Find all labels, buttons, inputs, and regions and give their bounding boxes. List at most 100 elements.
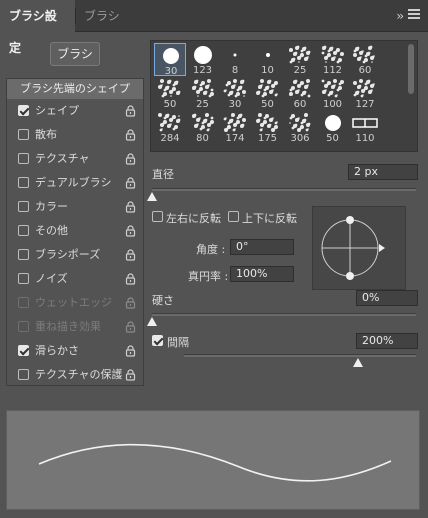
brush-tip-preset[interactable]: 112 bbox=[317, 43, 349, 76]
lock-icon[interactable] bbox=[125, 177, 136, 189]
spacing-checkbox[interactable] bbox=[152, 335, 163, 346]
brush-tip-preset[interactable]: 100 bbox=[317, 77, 349, 110]
brush-tip-preset[interactable]: 80 bbox=[187, 111, 219, 144]
sidebar-item[interactable]: ウェットエッジ bbox=[7, 291, 143, 315]
spacing-field[interactable]: 200% bbox=[356, 333, 418, 349]
brush-tip-preset[interactable]: 123 bbox=[187, 43, 219, 76]
sidebar-item-brush-tip-shape[interactable]: ブラシ先端のシェイプ bbox=[7, 79, 143, 99]
sidebar-item[interactable]: ブラシポーズ bbox=[7, 243, 143, 267]
sidebar-item-checkbox[interactable] bbox=[18, 105, 29, 116]
brush-tip-preset[interactable]: 174 bbox=[219, 111, 251, 144]
panel-tab-bar: ブラシ設定 ブラシ ›› bbox=[0, 0, 428, 55]
sidebar-item[interactable]: 滑らかさ bbox=[7, 339, 143, 363]
lock-icon[interactable] bbox=[125, 153, 136, 165]
lock-icon[interactable] bbox=[125, 129, 136, 141]
brush-tip-preset[interactable]: 10 bbox=[252, 43, 284, 76]
diameter-slider-track[interactable] bbox=[152, 188, 416, 191]
brush-tip-thumbnail bbox=[317, 113, 349, 133]
roundness-label: 真円率 : bbox=[188, 270, 229, 283]
lock-icon[interactable] bbox=[125, 249, 136, 261]
hardness-slider-thumb[interactable] bbox=[147, 317, 157, 326]
brush-tip-thumbnail bbox=[252, 113, 284, 133]
sidebar-item-checkbox[interactable] bbox=[18, 153, 29, 164]
lock-icon[interactable] bbox=[125, 201, 136, 213]
lock-icon[interactable] bbox=[125, 273, 136, 285]
brush-tip-thumbnail bbox=[187, 79, 219, 99]
sidebar-item-checkbox[interactable] bbox=[18, 177, 29, 188]
brush-tip-preset[interactable]: 30 bbox=[154, 43, 186, 77]
sidebar-item-checkbox bbox=[18, 297, 29, 308]
lock-icon[interactable] bbox=[125, 321, 136, 333]
tab-brushes[interactable]: ブラシ bbox=[75, 0, 129, 32]
diameter-slider-thumb[interactable] bbox=[147, 192, 157, 201]
flip-y-checkbox[interactable] bbox=[228, 211, 239, 222]
sidebar-item-checkbox[interactable] bbox=[18, 273, 29, 284]
brush-tip-size-label: 127 bbox=[355, 99, 375, 110]
sidebar-item-checkbox[interactable] bbox=[18, 249, 29, 260]
brush-tip-preset[interactable]: 60 bbox=[284, 77, 316, 110]
brush-tip-size-label: 123 bbox=[192, 65, 213, 76]
sidebar-item-label: カラー bbox=[35, 200, 68, 213]
sidebar-item-label: シェイプ bbox=[35, 104, 79, 117]
flip-x-checkbox[interactable] bbox=[152, 211, 163, 222]
brush-tip-preset[interactable]: 50 bbox=[317, 111, 349, 144]
brush-tip-preset[interactable]: 127 bbox=[349, 77, 381, 110]
collapse-panel-icon[interactable]: ›› bbox=[396, 9, 403, 23]
brush-tip-preset[interactable]: 60 bbox=[349, 43, 381, 76]
spacing-slider-thumb[interactable] bbox=[353, 358, 363, 367]
brush-tip-size-label: 175 bbox=[257, 133, 278, 144]
sidebar-item[interactable]: カラー bbox=[7, 195, 143, 219]
angle-field[interactable]: 0° bbox=[230, 239, 294, 255]
brush-tip-thumbnail bbox=[219, 79, 251, 99]
sidebar-item-label: 滑らかさ bbox=[35, 344, 79, 357]
sidebar-item[interactable]: その他 bbox=[7, 219, 143, 243]
brush-tip-preset[interactable]: 25 bbox=[187, 77, 219, 110]
brush-tip-preset[interactable]: 8 bbox=[219, 43, 251, 76]
sidebar-item-checkbox[interactable] bbox=[18, 225, 29, 236]
brush-tip-preset[interactable]: 30 bbox=[219, 77, 251, 110]
panel-menu-icon[interactable] bbox=[408, 9, 420, 20]
sidebar-item[interactable]: ノイズ bbox=[7, 267, 143, 291]
sidebar-item-checkbox[interactable] bbox=[18, 345, 29, 356]
brush-tip-preset[interactable]: 50 bbox=[252, 77, 284, 110]
sidebar-item-label: ブラシポーズ bbox=[35, 248, 101, 261]
sidebar-item-checkbox[interactable] bbox=[18, 369, 29, 380]
brush-tip-preset[interactable]: 284 bbox=[154, 111, 186, 144]
brush-tip-thumbnail bbox=[219, 113, 251, 133]
brush-tip-preset[interactable]: 50 bbox=[154, 77, 186, 110]
brush-tip-size-label: 25 bbox=[293, 65, 307, 76]
sidebar-item[interactable]: シェイプ bbox=[7, 99, 143, 123]
sidebar-item[interactable]: テクスチャの保護 bbox=[7, 363, 143, 387]
lock-icon[interactable] bbox=[125, 345, 136, 357]
sidebar-item[interactable]: デュアルブラシ bbox=[7, 171, 143, 195]
brush-tip-preset[interactable]: 306 bbox=[284, 111, 316, 144]
lock-icon[interactable] bbox=[125, 225, 136, 237]
hardness-field[interactable]: 0% bbox=[356, 290, 418, 306]
brush-grid-scrollbar[interactable] bbox=[408, 44, 414, 94]
roundness-field[interactable]: 100% bbox=[230, 266, 294, 282]
sidebar-item[interactable]: 散布 bbox=[7, 123, 143, 147]
lock-icon[interactable] bbox=[125, 297, 136, 309]
tab-brush-settings[interactable]: ブラシ設定 bbox=[0, 0, 75, 55]
brush-tip-size-label: 110 bbox=[355, 133, 375, 144]
angle-roundness-widget[interactable] bbox=[312, 206, 406, 290]
brush-tip-thumbnail bbox=[349, 45, 381, 65]
brush-tip-preset[interactable]: 175 bbox=[252, 111, 284, 144]
hardness-slider-track[interactable] bbox=[152, 313, 416, 316]
brush-tip-preset[interactable]: 25 bbox=[284, 43, 316, 76]
spacing-slider-track[interactable] bbox=[184, 354, 416, 357]
sidebar-item-checkbox[interactable] bbox=[18, 129, 29, 140]
sidebar-item-checkbox bbox=[18, 321, 29, 332]
sidebar-item[interactable]: テクスチャ bbox=[7, 147, 143, 171]
diameter-field[interactable]: 2 px bbox=[348, 164, 418, 180]
brush-tip-preset[interactable]: 110 bbox=[349, 111, 381, 144]
stroke-preview-curve bbox=[38, 443, 392, 482]
sidebar-item-label: 散布 bbox=[35, 128, 57, 141]
lock-icon[interactable] bbox=[125, 369, 136, 381]
sidebar-item-checkbox[interactable] bbox=[18, 201, 29, 212]
brushes-button[interactable]: ブラシ bbox=[50, 42, 100, 66]
sidebar-item[interactable]: 重ね描き効果 bbox=[7, 315, 143, 339]
angle-label: 角度 : bbox=[196, 243, 226, 256]
brush-tip-size-label: 50 bbox=[163, 99, 177, 110]
lock-icon[interactable] bbox=[125, 105, 136, 117]
